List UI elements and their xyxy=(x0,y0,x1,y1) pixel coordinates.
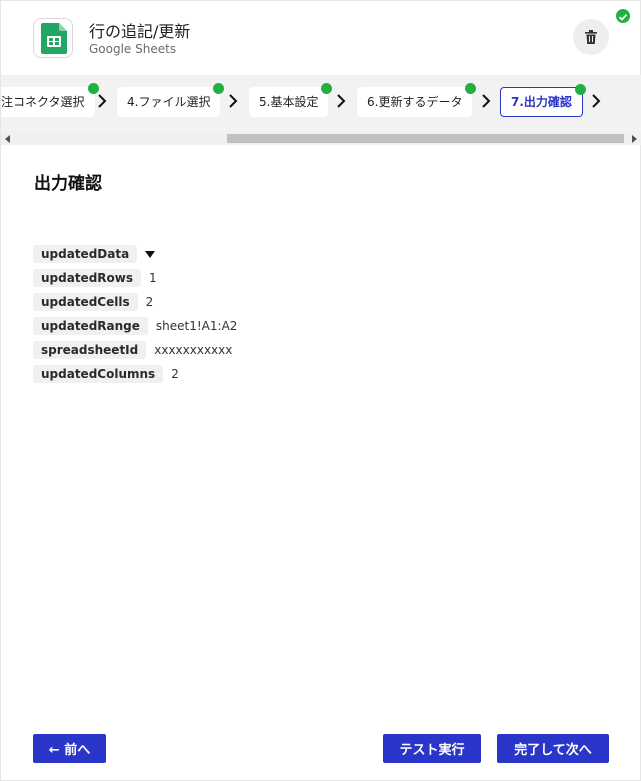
output-key: updatedRows xyxy=(33,269,141,287)
check-circle-icon xyxy=(616,9,630,23)
output-row-spreadsheet-id: spreadsheetId xxxxxxxxxxx xyxy=(33,341,237,359)
app-subtitle: Google Sheets xyxy=(89,42,177,56)
page-title: 行の追記/更新 xyxy=(89,22,191,41)
back-button[interactable]: ← 前へ xyxy=(33,734,106,763)
output-key: updatedCells xyxy=(33,293,138,311)
step-done-icon xyxy=(321,83,333,94)
scrollbar-thumb[interactable] xyxy=(227,134,624,143)
chevron-right-icon xyxy=(482,94,491,108)
scroll-right-arrow-icon[interactable] xyxy=(632,135,637,143)
output-key: updatedData xyxy=(33,245,138,263)
output-value: xxxxxxxxxxx xyxy=(154,343,233,357)
chevron-right-icon xyxy=(98,94,107,108)
trash-icon xyxy=(585,30,597,44)
output-list: updatedData updatedRows 1 updatedCells 2… xyxy=(33,245,237,389)
output-value: 2 xyxy=(145,295,154,309)
complete-next-button[interactable]: 完了して次へ xyxy=(497,734,609,763)
output-row-updated-columns: updatedColumns 2 xyxy=(33,365,237,383)
google-sheets-icon xyxy=(41,23,67,54)
output-row-updated-rows: updatedRows 1 xyxy=(33,269,237,287)
output-key: spreadsheetId xyxy=(33,341,147,359)
test-run-button[interactable]: テスト実行 xyxy=(383,734,481,763)
caret-down-icon[interactable] xyxy=(145,250,156,258)
delete-button[interactable] xyxy=(573,19,609,55)
panel-header: 行の追記/更新 Google Sheets xyxy=(1,1,641,75)
output-row-updated-data[interactable]: updatedData xyxy=(33,245,237,263)
step-done-icon xyxy=(574,84,586,95)
output-row-updated-cells: updatedCells 2 xyxy=(33,293,237,311)
step-navigator: 注コネクタ選択 4.ファイル選択 5.基本設定 6.更新するデータ 7.出力確認 xyxy=(1,75,641,133)
output-key: updatedRange xyxy=(33,317,148,335)
app-icon xyxy=(33,18,73,58)
output-value: sheet1!A1:A2 xyxy=(155,319,238,333)
section-title: 出力確認 xyxy=(34,174,102,194)
horizontal-scrollbar[interactable] xyxy=(1,132,641,145)
step-output-confirm[interactable]: 7.出力確認 xyxy=(500,84,586,117)
scroll-left-arrow-icon[interactable] xyxy=(5,135,10,143)
output-value: 2 xyxy=(171,367,179,381)
step-update-data[interactable]: 6.更新するデータ xyxy=(357,83,477,117)
connector-panel: 行の追記/更新 Google Sheets 注コネクタ選択 4.ファイル選択 5… xyxy=(0,0,641,781)
output-row-updated-range: updatedRange sheet1!A1:A2 xyxy=(33,317,237,335)
output-key: updatedColumns xyxy=(33,365,164,383)
step-basic-settings[interactable]: 5.基本設定 xyxy=(249,83,333,117)
step-done-icon xyxy=(87,83,99,94)
step-done-icon xyxy=(465,83,477,94)
step-file-select[interactable]: 4.ファイル選択 xyxy=(117,83,225,117)
chevron-right-icon xyxy=(337,94,346,108)
chevron-right-icon xyxy=(592,94,601,108)
chevron-right-icon xyxy=(229,94,238,108)
output-value: 1 xyxy=(149,271,157,285)
step-done-icon xyxy=(213,83,225,94)
step-connector-select[interactable]: 注コネクタ選択 xyxy=(1,83,99,117)
